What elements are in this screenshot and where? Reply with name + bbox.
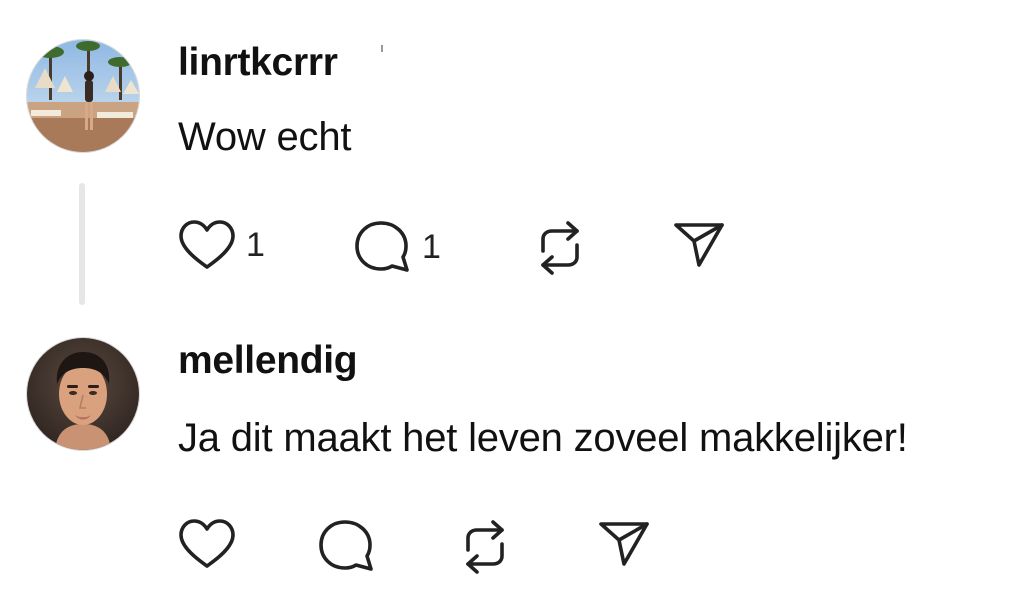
- paper-plane-icon: [674, 223, 724, 267]
- heart-icon: [179, 519, 235, 568]
- like-button[interactable]: [178, 518, 246, 570]
- post-actions: 1 1: [0, 0, 1024, 315]
- reply-post-1: linrtkcrrr Wow echt 1 1: [0, 0, 1024, 315]
- reply-button[interactable]: [318, 518, 386, 574]
- speech-bubble-icon: [355, 221, 409, 272]
- reply-button[interactable]: 1: [354, 219, 441, 275]
- speech-bubble-icon: [319, 520, 373, 571]
- repost-button[interactable]: [456, 518, 524, 576]
- reply-count: 1: [422, 228, 441, 266]
- share-button[interactable]: [597, 518, 661, 568]
- reply-post-2: mellendig Ja dit maakt het leven zoveel …: [0, 315, 1024, 591]
- like-count: 1: [246, 226, 265, 264]
- heart-icon: [179, 220, 235, 269]
- post-actions: [0, 315, 1024, 591]
- like-button[interactable]: 1: [178, 219, 265, 271]
- repost-button[interactable]: [531, 219, 599, 277]
- repost-arrows-icon: [466, 520, 504, 574]
- share-button[interactable]: [672, 219, 736, 269]
- paper-plane-icon: [599, 522, 649, 566]
- repost-arrows-icon: [541, 221, 579, 275]
